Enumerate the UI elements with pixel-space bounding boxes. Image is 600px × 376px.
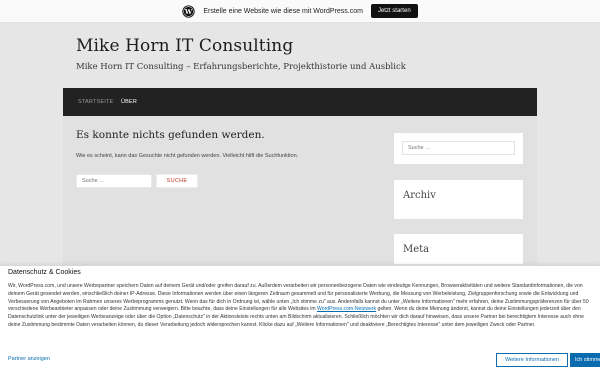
sidebar-search-input[interactable] <box>402 141 515 155</box>
page-title: Es konnte nichts gefunden werden. <box>76 129 265 141</box>
sidebar-search-widget <box>394 133 523 164</box>
site-title[interactable]: Mike Horn IT Consulting <box>76 36 293 56</box>
more-information-button[interactable]: Weitere Informationen <box>496 353 568 367</box>
meta-widget: Meta <box>394 234 523 264</box>
site-description: Mike Horn IT Consulting – Erfahrungsberi… <box>76 62 406 72</box>
nav-item-ueber[interactable]: Über <box>121 88 137 116</box>
main-navigation: Startseite Über <box>63 88 537 116</box>
search-button[interactable]: Suche <box>156 174 198 188</box>
search-input[interactable] <box>76 174 152 188</box>
svg-text:W: W <box>184 7 193 15</box>
promo-text: Erstelle eine Website wie diese mit Word… <box>203 7 363 15</box>
not-found-message: Wie es scheint, kann das Gesuchte nicht … <box>76 153 299 159</box>
meta-widget-title: Meta <box>403 244 430 255</box>
archive-widget-title: Archiv <box>403 190 436 201</box>
wordpress-logo-icon: W <box>182 4 196 18</box>
cookie-banner-title: Datenschutz & Cookies <box>8 269 81 276</box>
agree-button[interactable]: Ich stimme zu <box>570 353 600 367</box>
nav-item-startseite[interactable]: Startseite <box>78 88 113 116</box>
cookie-banner-text: Wir, WordPress.com, und unsere Werbepart… <box>8 283 592 330</box>
get-started-button[interactable]: Jetzt starten <box>370 4 418 18</box>
wordpress-network-link[interactable]: WordPress.com-Netzwerk <box>317 306 376 312</box>
wordpress-promo-bar: W Erstelle eine Website wie diese mit Wo… <box>0 0 600 23</box>
cookie-consent-banner: Datenschutz & Cookies Wir, WordPress.com… <box>0 265 600 376</box>
archive-widget: Archiv <box>394 180 523 219</box>
show-partners-link[interactable]: Partner anzeigen <box>8 356 50 362</box>
